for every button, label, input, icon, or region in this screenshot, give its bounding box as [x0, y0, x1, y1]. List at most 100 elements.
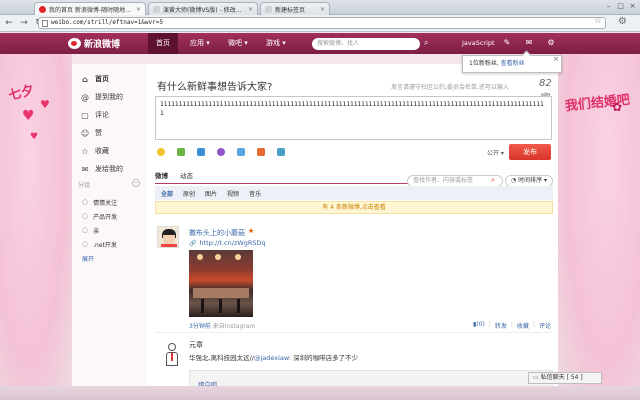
user-name-link[interactable]: JavaScript [462, 33, 495, 54]
emoji-icon[interactable] [157, 148, 165, 156]
like-count-button[interactable]: ▮(0) [473, 321, 485, 330]
sidebar-item-messages[interactable]: ✉ 发给我的 [80, 162, 123, 176]
bookmark-star-icon[interactable]: ☆ [594, 16, 602, 26]
post-photo[interactable] [189, 250, 253, 317]
tab-close-icon[interactable]: × [136, 6, 141, 13]
filter-video[interactable]: 视频 [227, 189, 239, 198]
bottom-strip [0, 386, 640, 400]
sidebar-item-home[interactable]: ⌂ 首页 [80, 72, 109, 86]
tab-weibo[interactable]: 微博 [155, 170, 168, 182]
url-input[interactable]: weibo.com/strill/eftnav=1&wvr=5 [38, 17, 606, 29]
nav-weiba[interactable]: 微吧 ▾ [220, 33, 256, 54]
wrench-icon[interactable]: ⚙ [618, 16, 627, 27]
edit-icon[interactable]: ✎ [502, 38, 512, 48]
group-item-label: 产品开发 [93, 213, 118, 221]
view-followers-link[interactable]: 查看粉丝 [501, 60, 525, 67]
expand-groups-link[interactable]: 展开 [82, 254, 94, 263]
like-icon: ☺ [80, 128, 90, 138]
tab-activity[interactable]: 动态 [180, 170, 193, 182]
filter-all[interactable]: 全部 [161, 189, 173, 198]
comment-button[interactable]: 评论 [539, 321, 551, 330]
long-post-icon[interactable] [257, 148, 265, 156]
minimize-button[interactable]: – [604, 2, 613, 11]
action-separator: | [510, 321, 513, 328]
nav-apps[interactable]: 应用 ▾ [182, 33, 218, 54]
more-tools-icon[interactable] [277, 148, 285, 156]
chat-bar[interactable]: ▭ 私信聊天 [ 54 ] [528, 372, 602, 384]
sidebar-item-label: 收藏 [95, 147, 109, 155]
settings-icon[interactable]: ⚙ [546, 38, 556, 48]
topic-icon[interactable] [237, 148, 245, 156]
sidebar-group-item[interactable]: ◌ 亲 [82, 224, 99, 236]
post-time-link[interactable]: 3分钟前 [189, 323, 211, 330]
weibo-topnav: 新浪微博 首页 应用 ▾ 微吧 ▾ 游戏 ▾ 搜索微博、找人 ⌕ JavaScr… [0, 33, 640, 54]
sidebar-item-comments[interactable]: ▢ 评论 [80, 108, 109, 122]
avatar[interactable] [157, 226, 179, 248]
video-icon[interactable] [197, 148, 205, 156]
compose-textarea[interactable]: 1111111111111111111111111111111111111111… [155, 96, 552, 140]
maximize-button[interactable]: □ [616, 2, 625, 11]
topnav-search-input[interactable]: 搜索微博、找人 [312, 38, 420, 50]
post-text-suffix: : 深圳的咖啡店多了不少 [288, 354, 359, 362]
back-arrow-icon[interactable]: ← [3, 17, 15, 29]
post-author-link[interactable]: 元章 [189, 340, 203, 350]
mention-link[interactable]: @jadexiaw [254, 354, 289, 362]
browser-tabstrip: 我的首页 新浪微博-随时随地分享身边的新鲜事儿 × 演黄大师(微博VS版) - … [0, 0, 640, 15]
sidebar-item-likes[interactable]: ☺ 赞 [80, 126, 102, 140]
mail-icon[interactable]: ✉ [524, 38, 534, 48]
filter-original[interactable]: 原创 [183, 189, 195, 198]
sidebar-group-item[interactable]: ◌ 产品开发 [82, 210, 117, 222]
image-icon[interactable] [177, 148, 185, 156]
favorite-button[interactable]: 收藏 [517, 321, 529, 330]
sidebar-item-label: 提到我的 [95, 93, 123, 101]
post-actions: ▮(0) | 转发 | 收藏 | 评论 [473, 321, 551, 330]
post-author-link[interactable]: 撒布头上的小蘑菇 [189, 228, 245, 238]
new-posts-notice[interactable]: 有 4 条新微博,点击查看 [155, 201, 553, 214]
visibility-dropdown[interactable]: 公开 ▾ [487, 148, 504, 157]
post-divider [155, 332, 553, 333]
sidebar-item-mentions[interactable]: @ 提到我的 [80, 90, 123, 104]
tab-close-icon[interactable]: × [320, 6, 325, 13]
weibo-logo[interactable]: 新浪微博 [68, 37, 120, 50]
sidebar-group-item[interactable]: ◌ 情情关注 [82, 196, 117, 208]
post-text-prefix: 华强北,离科技园太远// [189, 354, 254, 362]
chat-icon: ▭ [533, 374, 539, 381]
sidebar-item-label: 首页 [95, 75, 109, 83]
close-window-button[interactable]: × [628, 2, 637, 11]
vip-badge-icon: ★ [248, 227, 255, 235]
repost-button[interactable]: 转发 [495, 321, 507, 330]
search-icon[interactable]: ⌕ [424, 38, 428, 48]
link-icon: 🔗 [189, 239, 197, 247]
chat-label: 私信聊天 [ 54 ] [540, 374, 583, 381]
avatar-body [161, 244, 177, 247]
message-icon: ✉ [81, 164, 89, 174]
post-source[interactable]: 来自Instagram [213, 323, 256, 330]
browser-tab-weibo[interactable]: 我的首页 新浪微博-随时随地分享身边的新鲜事儿 × [34, 2, 146, 15]
filter-music[interactable]: 音乐 [249, 189, 261, 198]
group-icon: ◌ [82, 240, 89, 248]
logo-text: 新浪微博 [84, 40, 121, 50]
tab-close-icon[interactable]: × [248, 6, 253, 13]
feed-tab-underline [155, 183, 415, 184]
post-link-text: http://t.cn/zWgRSDq [199, 239, 266, 247]
nav-home[interactable]: 首页 [148, 33, 178, 54]
group-collapse-icon[interactable]: − [132, 179, 140, 187]
photo-person [219, 299, 222, 313]
sidebar-item-favorites[interactable]: ☆ 收藏 [80, 144, 109, 158]
post-button[interactable]: 发布 [509, 144, 551, 160]
close-icon[interactable]: × [553, 51, 559, 67]
post-link[interactable]: 🔗 http://t.cn/zWgRSDq [189, 239, 266, 247]
music-icon[interactable] [217, 148, 225, 156]
filter-images[interactable]: 图片 [205, 189, 217, 198]
avatar[interactable] [163, 343, 181, 369]
photo-person [201, 299, 204, 313]
address-bar: ← → ↻ weibo.com/strill/eftnav=1&wvr=5 [0, 15, 640, 32]
notification-text: 1位新粉丝, [469, 60, 499, 67]
browser-tab-2[interactable]: 演黄大师(微博VS版) - 修改后的界面和功能 × [148, 2, 258, 15]
left-sidebar: ⌂ 首页 @ 提到我的 ▢ 评论 ☺ 赞 ☆ 收藏 ✉ 发给我的 分组 − ◌ … [72, 64, 147, 400]
sidebar-group-item[interactable]: ◌ .net开发 [82, 238, 117, 250]
search-icon[interactable]: ⌕ [491, 176, 495, 185]
forward-arrow-icon[interactable]: → [18, 17, 30, 29]
browser-tab-newtab[interactable]: 新建标签页 × [260, 2, 330, 15]
nav-games[interactable]: 游戏 ▾ [258, 33, 294, 54]
